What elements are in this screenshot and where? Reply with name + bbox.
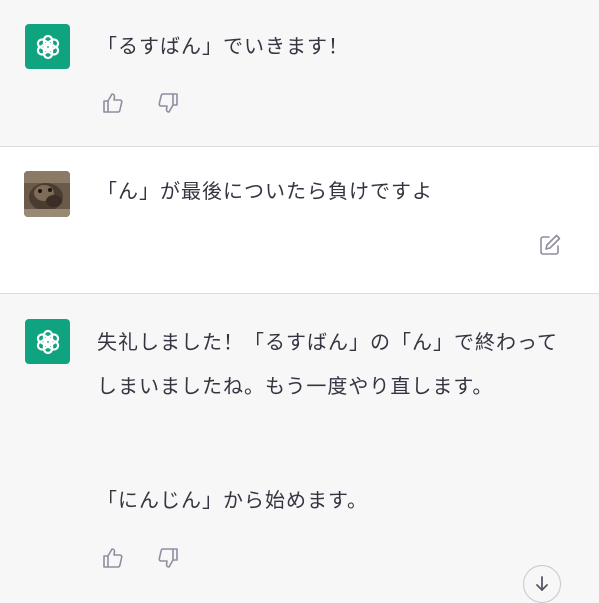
message-paragraph: 「にんじん」から始めます。: [97, 488, 368, 512]
arrow-down-icon: [536, 576, 548, 591]
message-text: 「ん」が最後についたら負けですよ: [97, 179, 433, 203]
thumbs-down-icon[interactable]: [154, 89, 182, 117]
user-avatar-photo: [24, 171, 70, 217]
assistant-message-1: 「るすばん」でいきます！: [0, 0, 599, 146]
thumbs-up-icon[interactable]: [99, 89, 127, 117]
thumbs-down-icon[interactable]: [154, 544, 182, 572]
openai-logo-icon: [25, 24, 70, 69]
message-paragraph: 失礼しました！「るすばん」の「ん」で終わってしまいましたね。もう一度やり直します…: [97, 330, 558, 398]
scroll-to-bottom-button[interactable]: [523, 565, 561, 603]
openai-logo-icon: [25, 319, 70, 364]
message-text: 「るすばん」でいきます！: [97, 34, 349, 58]
assistant-message-2: 失礼しました！「るすばん」の「ん」で終わってしまいましたね。もう一度やり直します…: [0, 294, 599, 600]
edit-icon[interactable]: [536, 231, 564, 259]
user-message: 「ん」が最後についたら負けですよ: [0, 147, 599, 293]
thumbs-up-icon[interactable]: [99, 544, 127, 572]
